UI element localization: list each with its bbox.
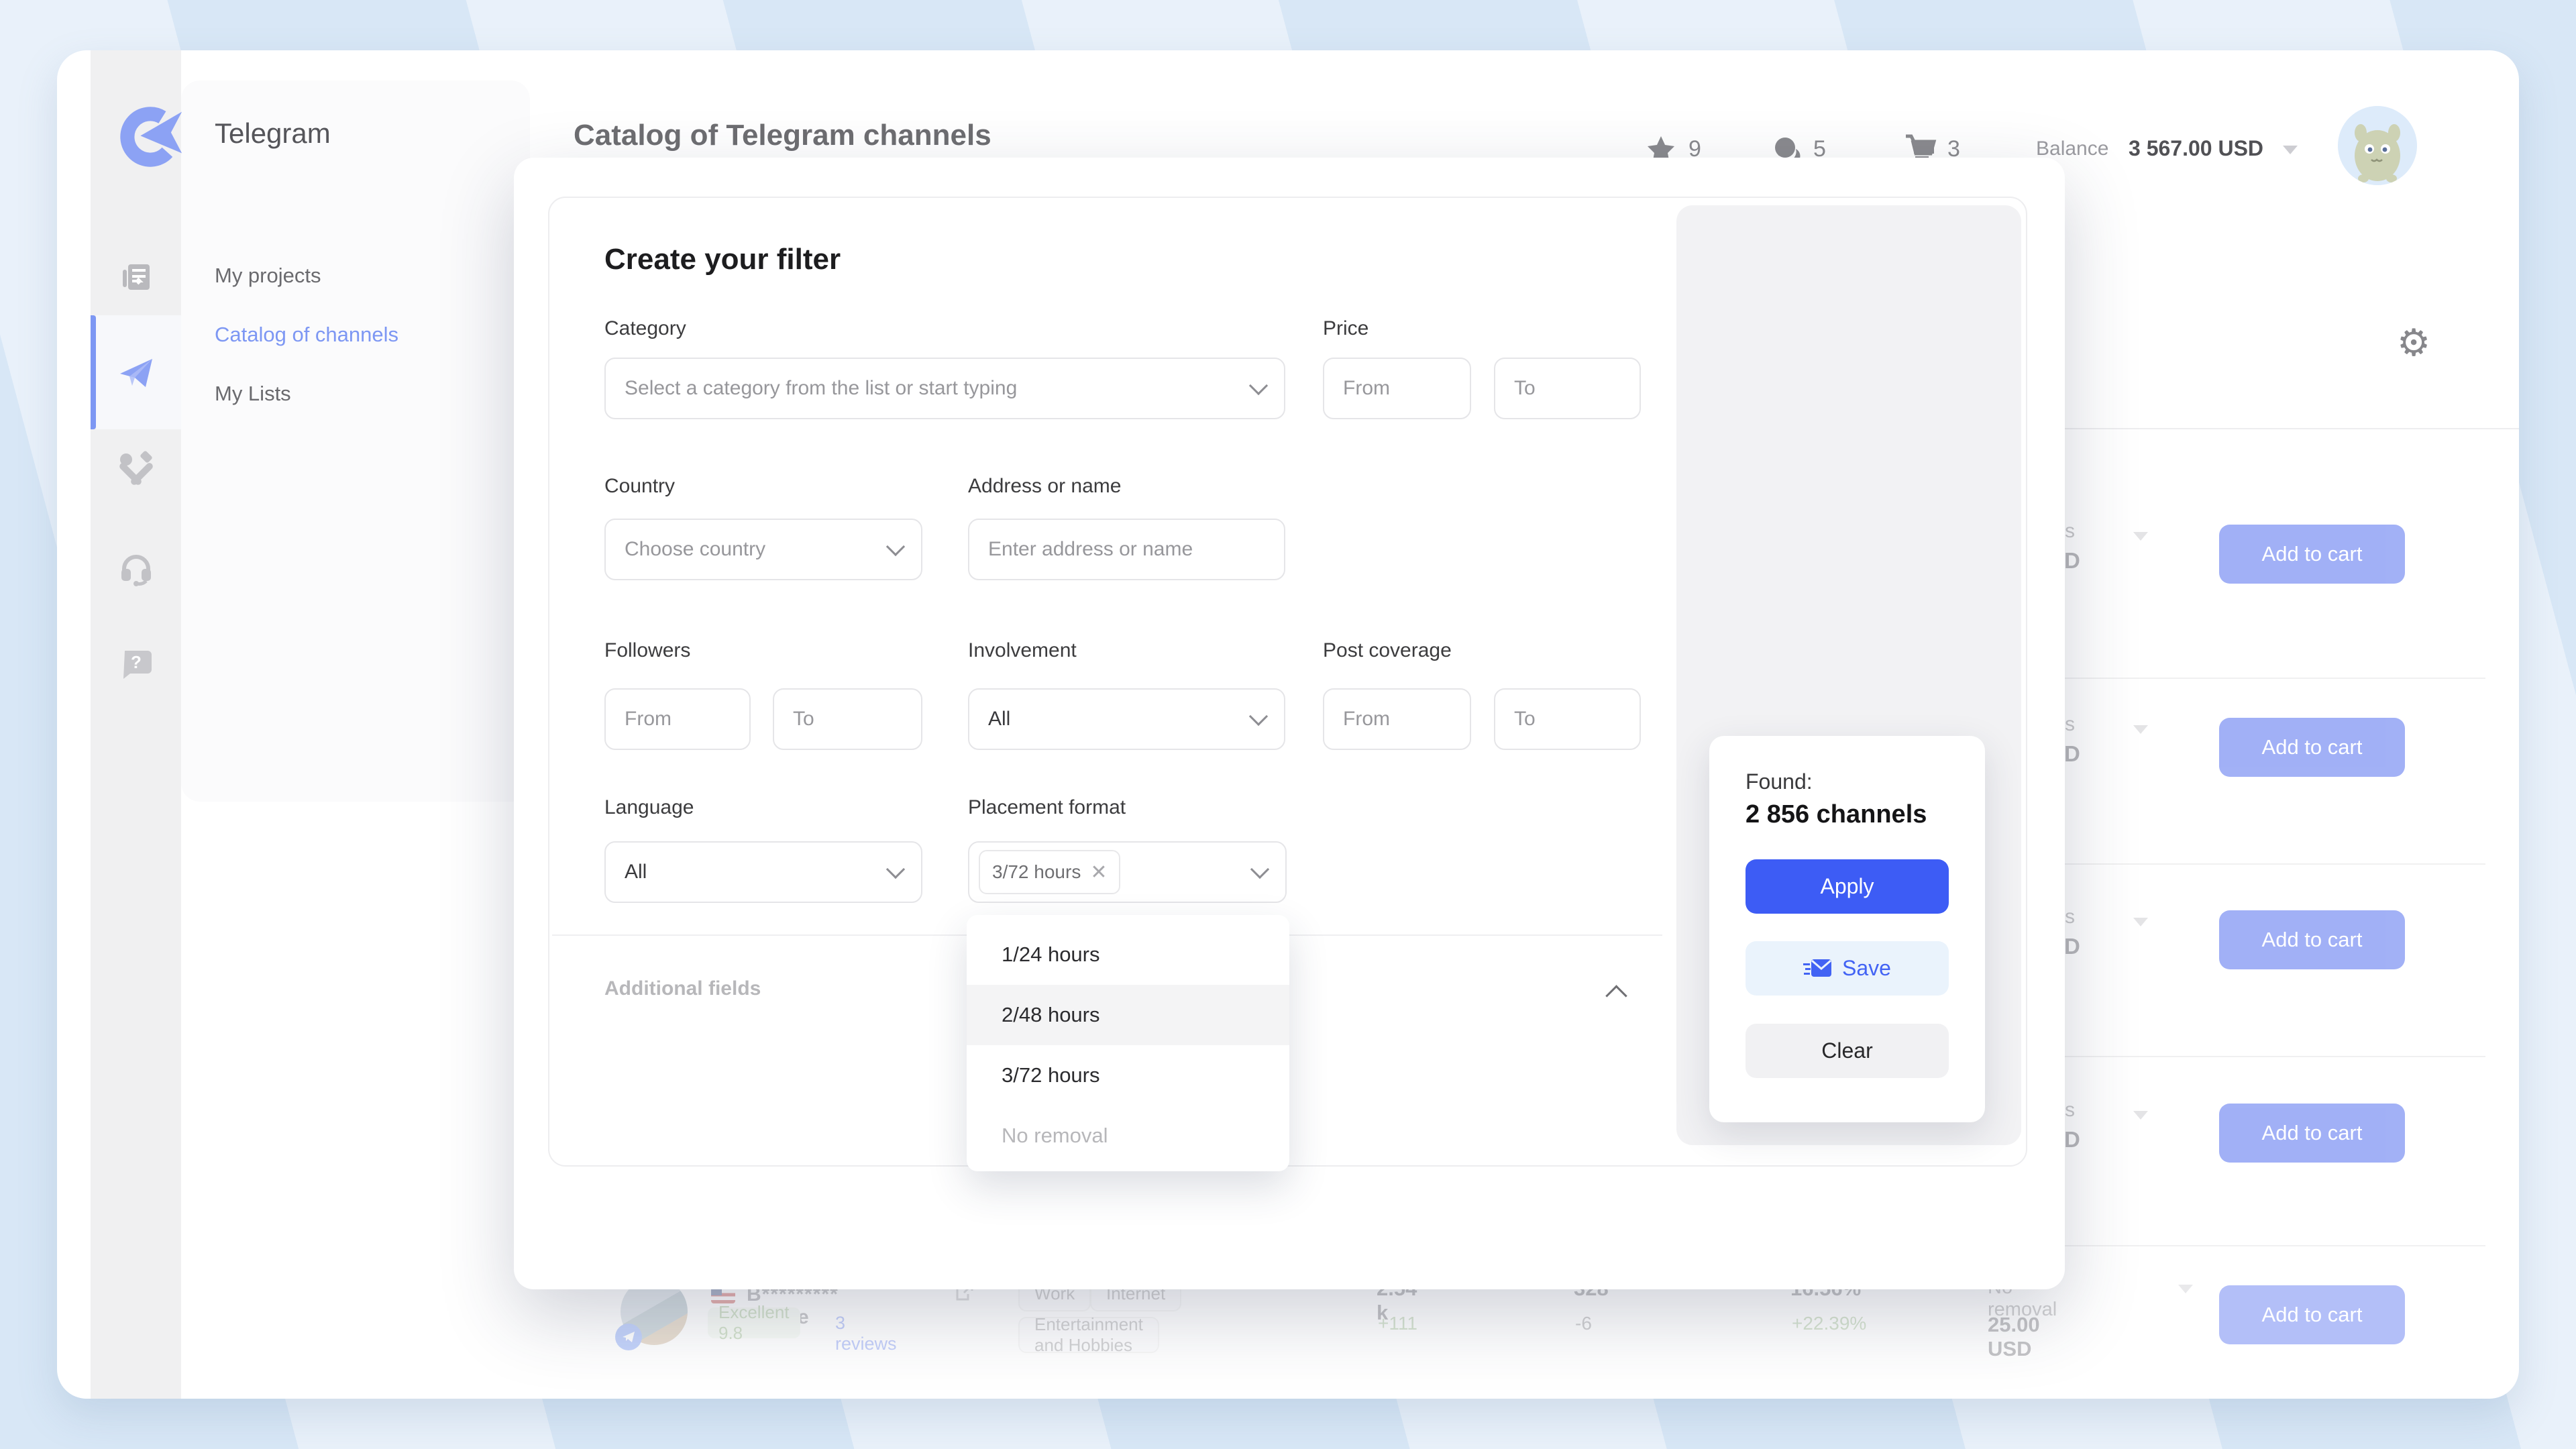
additional-fields-label: Additional fields (604, 977, 761, 1000)
reviews-link[interactable]: 3 reviews (835, 1313, 897, 1354)
tag-chip: Entertainment and Hobbies (1018, 1317, 1159, 1353)
tools-icon[interactable] (116, 448, 156, 488)
filter-title: Create your filter (604, 243, 841, 276)
category-placeholder: Select a category from the list or start… (625, 377, 1017, 400)
clear-button[interactable]: Clear (1746, 1024, 1949, 1078)
add-to-cart-button[interactable]: Add to cart (2219, 718, 2405, 777)
placement-selected-chip: 3/72 hours ✕ (979, 850, 1120, 894)
er-delta: -6 (1575, 1313, 1592, 1334)
dropdown-option[interactable]: 2/48 hours (967, 985, 1289, 1045)
price-to-input[interactable] (1494, 358, 1641, 419)
address-label: Address or name (968, 475, 1121, 498)
sidebar-active-indicator (91, 315, 96, 429)
page: ? Telegram My projects Catalog of channe… (0, 0, 2576, 1449)
found-label: Found: (1746, 769, 1813, 794)
telegram-badge-icon (615, 1324, 642, 1350)
row-format-partial: s (2065, 1099, 2075, 1122)
price-value: 25.00 USD (1988, 1313, 2040, 1361)
save-button[interactable]: Save (1746, 941, 1949, 996)
filter-modal: Create your filter Category Select a cat… (514, 158, 2065, 1289)
language-value: All (625, 861, 647, 883)
brand-name: Telegram (215, 117, 331, 150)
row-caret-icon[interactable] (2133, 532, 2148, 541)
row-format-partial: s (2065, 906, 2075, 928)
row-caret-icon[interactable] (2133, 918, 2148, 926)
post-coverage-label: Post coverage (1323, 639, 1452, 662)
involvement-value: All (988, 708, 1010, 731)
post-coverage-from-input[interactable] (1323, 688, 1471, 750)
country-label: Country (604, 475, 675, 498)
dropdown-option[interactable]: No removal (967, 1106, 1289, 1166)
row-caret-icon[interactable] (2133, 725, 2148, 734)
support-icon[interactable] (116, 548, 156, 588)
save-envelope-icon (1803, 958, 1833, 979)
projects-icon[interactable] (116, 256, 156, 297)
app-window: ? Telegram My projects Catalog of channe… (57, 50, 2519, 1399)
country-placeholder: Choose country (625, 538, 765, 561)
followers-from-input[interactable] (604, 688, 751, 750)
balance-value[interactable]: 3 567.00 USD (2129, 136, 2263, 161)
add-to-cart-button[interactable]: Add to cart (2219, 525, 2405, 584)
address-input[interactable] (968, 519, 1285, 580)
row-format-partial: s (2065, 713, 2075, 736)
page-title: Catalog of Telegram channels (574, 119, 991, 152)
country-select[interactable]: Choose country (604, 519, 922, 580)
price-from-input[interactable] (1323, 358, 1471, 419)
coverage-delta: +22.39% (1792, 1313, 1866, 1334)
svg-text:?: ? (131, 652, 142, 672)
row-caret-icon[interactable] (2133, 1111, 2148, 1120)
followers-delta: +111 (1378, 1313, 1417, 1334)
found-value: 2 856 channels (1746, 800, 1927, 829)
placement-format-select[interactable]: 3/72 hours ✕ (968, 841, 1287, 903)
dropdown-option[interactable]: 1/24 hours (967, 924, 1289, 985)
followers-to-input[interactable] (773, 688, 922, 750)
add-to-cart-button[interactable]: Add to cart (2219, 1285, 2405, 1344)
followers-label: Followers (604, 639, 690, 662)
involvement-select[interactable]: All (968, 688, 1285, 750)
remove-chip-icon[interactable]: ✕ (1090, 861, 1107, 884)
save-button-label: Save (1842, 956, 1891, 981)
chevron-down-icon (1249, 707, 1268, 726)
user-avatar[interactable] (2338, 106, 2417, 185)
sidebar-icon-rail (91, 50, 181, 1399)
chevron-down-icon (1249, 376, 1268, 395)
chevron-down-icon (886, 537, 905, 556)
add-to-cart-button[interactable]: Add to cart (2219, 910, 2405, 969)
filter-summary-card: Found: 2 856 channels Apply Save Clear (1709, 736, 1985, 1122)
placement-format-dropdown: 1/24 hours 2/48 hours 3/72 hours No remo… (967, 915, 1289, 1171)
sidebar-item-my-lists[interactable]: My Lists (215, 382, 291, 406)
catalog-icon[interactable] (116, 352, 156, 392)
row-caret-icon[interactable] (2178, 1285, 2193, 1293)
app-logo (159, 114, 203, 158)
table-row-channel: B********* ******e Excellent 9.8 3 revie… (57, 50, 81, 68)
category-select[interactable]: Select a category from the list or start… (604, 358, 1285, 419)
chevron-down-icon (1250, 860, 1269, 879)
language-select[interactable]: All (604, 841, 922, 903)
sidebar-item-catalog-of-channels[interactable]: Catalog of channels (215, 323, 398, 347)
placement-chip-label: 3/72 hours (992, 861, 1081, 883)
chevron-down-icon (886, 860, 905, 879)
balance-label: Balance (2036, 138, 2108, 160)
apply-button[interactable]: Apply (1746, 859, 1949, 914)
post-coverage-to-input[interactable] (1494, 688, 1641, 750)
row-format-partial: s (2065, 520, 2075, 543)
involvement-label: Involvement (968, 639, 1077, 662)
help-icon[interactable]: ? (116, 643, 156, 684)
sidebar-item-my-projects[interactable]: My projects (215, 264, 321, 288)
balance-caret-icon[interactable] (2283, 146, 2298, 154)
category-label: Category (604, 317, 686, 340)
dropdown-option[interactable]: 3/72 hours (967, 1045, 1289, 1106)
sidebar-menu-panel (181, 80, 530, 802)
placement-format-label: Placement format (968, 796, 1126, 819)
table-settings-gear-icon[interactable]: ⚙ (2397, 324, 2430, 362)
add-to-cart-button[interactable]: Add to cart (2219, 1104, 2405, 1163)
language-label: Language (604, 796, 694, 819)
price-label: Price (1323, 317, 1368, 340)
rating-badge: Excellent 9.8 (708, 1307, 800, 1338)
